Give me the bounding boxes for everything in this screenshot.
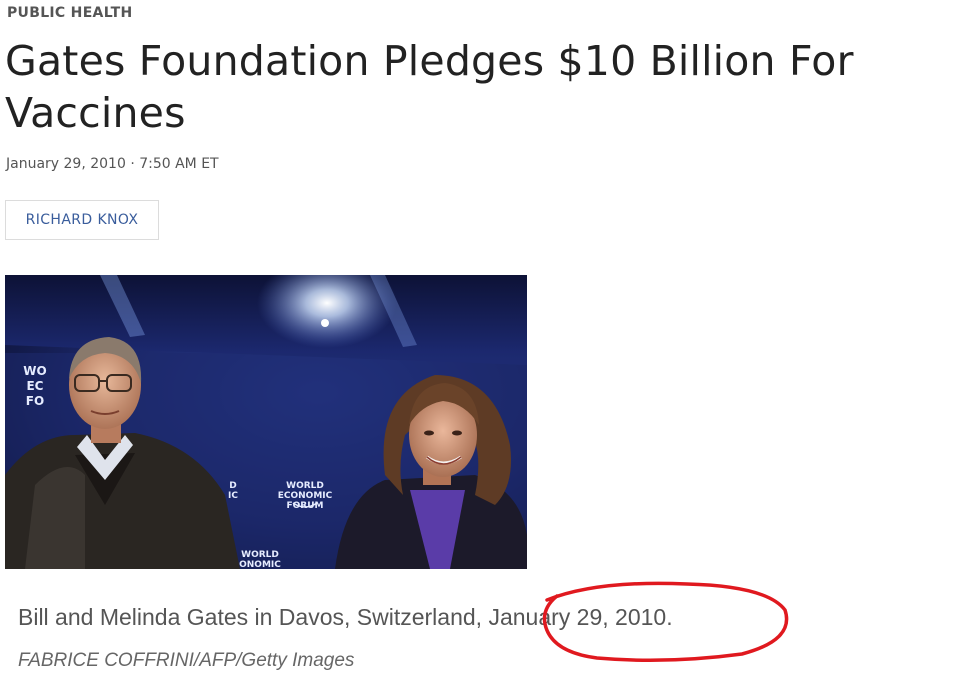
caption-date: January 29, 2010. xyxy=(488,604,673,630)
svg-text:ECONOMIC: ECONOMIC xyxy=(278,491,333,501)
photo-caption: Bill and Melinda Gates in Davos, Switzer… xyxy=(18,604,673,631)
svg-text:FORUM: FORUM xyxy=(287,501,324,511)
svg-text:FO: FO xyxy=(26,394,44,408)
author-byline-button[interactable]: RICHARD KNOX xyxy=(5,200,159,240)
svg-text:IC: IC xyxy=(228,491,238,501)
author-name: RICHARD KNOX xyxy=(25,212,139,228)
article-headline: Gates Foundation Pledges $10 Billion For… xyxy=(5,37,854,137)
caption-text: Bill and Melinda Gates in Davos, Switzer… xyxy=(18,604,489,630)
photo-credit: FABRICE COFFRINI/AFP/Getty Images xyxy=(18,650,355,671)
svg-text:ONOMIC: ONOMIC xyxy=(239,560,281,569)
svg-text:D: D xyxy=(229,481,236,491)
svg-text:EC: EC xyxy=(26,379,43,393)
article-dateline: January 29, 2010 · 7:50 AM ET xyxy=(6,156,219,172)
svg-text:WORLD: WORLD xyxy=(241,550,279,560)
section-label-public-health[interactable]: PUBLIC HEALTH xyxy=(7,5,132,21)
svg-text:WORLD: WORLD xyxy=(286,481,324,491)
article-photo: WORLD ECONOMIC FORUM WO EC FO D IC WORLD… xyxy=(5,275,527,569)
svg-text:WO: WO xyxy=(23,364,46,378)
